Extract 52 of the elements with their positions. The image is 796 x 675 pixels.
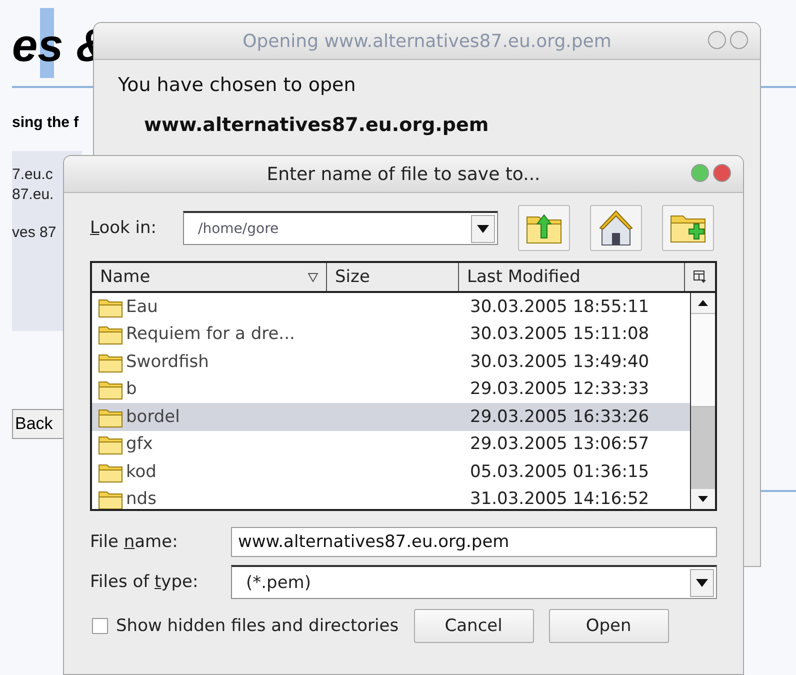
dropdown-button[interactable] [471,214,495,242]
file-name-label: File name: [90,532,179,552]
cancel-button[interactable]: Cancel [414,609,534,643]
home-icon [598,209,634,247]
folder-name: kod [126,462,156,482]
checkbox[interactable] [92,618,108,634]
checkbox-label: Show hidden files and directories [116,616,399,636]
file-type-dropdown[interactable]: (*.pem) [231,565,717,599]
folder-name: nds [126,489,156,509]
caret-icon [477,224,489,232]
window-title: Enter name of file to save to... [266,164,540,184]
panel-text: ves 87 [12,223,58,243]
window-title: Opening www.alternatives87.eu.org.pem [242,30,612,52]
modified-date: 30.03.2005 15:11:08 [469,324,650,344]
folder-name: Requiem for a dre... [126,324,295,344]
page-subheading: sing the f [12,114,79,131]
file-type-label: Files of type: [90,572,200,592]
modified-date: 29.03.2005 12:33:33 [469,379,650,400]
column-header[interactable]: Name [92,263,327,291]
column-header[interactable]: Last Modified [459,263,685,291]
dropdown-button[interactable] [690,568,714,596]
look-in-label: Look in: [90,218,158,238]
scroll-down-icon[interactable] [698,496,708,502]
caret-icon [696,578,708,586]
folder-name: b [126,379,137,400]
folder-name: gfx [126,434,153,454]
modified-date: 29.03.2005 16:33:26 [469,406,650,427]
file-name-field[interactable]: www.alternatives87.eu.org.pem [231,527,717,557]
prompt-text: You have chosen to open [118,74,357,96]
open-button[interactable]: Open [548,609,669,643]
modified-date: 30.03.2005 18:55:11 [469,296,650,317]
modified-date: 29.03.2005 13:06:57 [469,434,650,454]
folder-name: bordel [126,406,180,427]
column-header[interactable]: Size [327,263,459,291]
look-in-dropdown[interactable]: /home/gore [183,211,498,245]
file-name-text: www.alternatives87.eu.org.pem [143,114,490,136]
panel-text: 7.eu.c [12,165,54,185]
home-button[interactable] [590,205,642,251]
folder-name: Swordfish [126,352,209,372]
close-button[interactable] [713,164,731,182]
up-button[interactable] [518,205,570,251]
columns-icon[interactable] [693,270,707,284]
file-row[interactable]: bordel 29.03.2005 16:33:26 [92,403,690,430]
panel-text: 87.eu. [12,185,55,205]
modified-date: 05.03.2005 01:36:15 [469,462,650,482]
new-folder-button[interactable] [662,205,714,251]
modified-date: 31.03.2005 14:16:52 [469,489,650,509]
scrollbar[interactable] [690,293,715,509]
modified-date: 30.03.2005 13:49:40 [469,352,650,372]
folder-name: Eau [126,296,158,317]
scroll-up-icon[interactable] [698,300,708,306]
folder-path: /home/gore [197,220,279,236]
